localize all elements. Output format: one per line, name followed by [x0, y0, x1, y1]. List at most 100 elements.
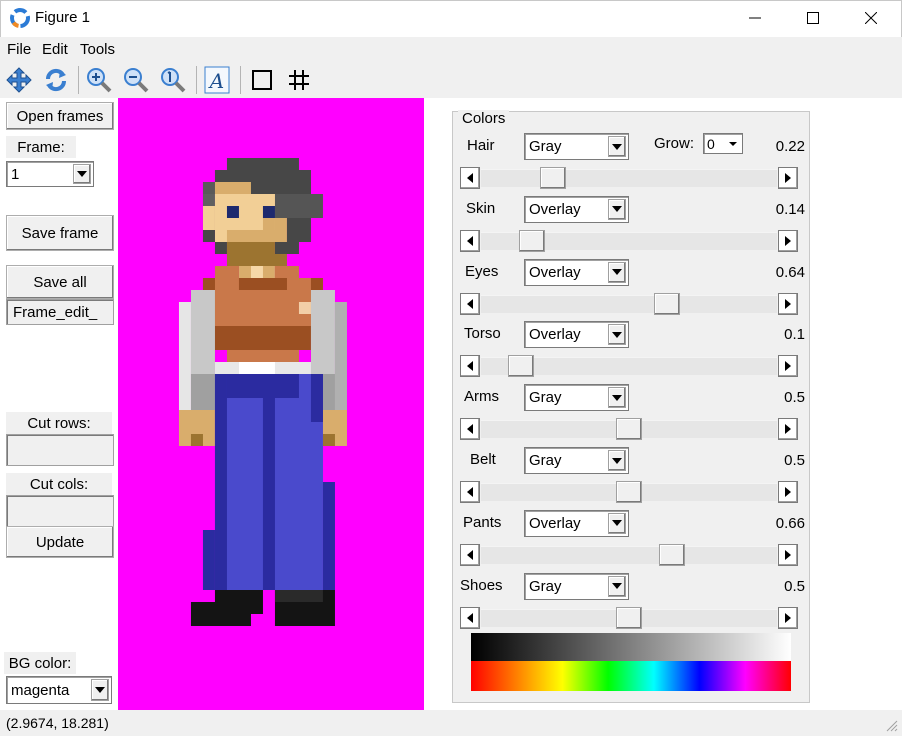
sprite-image: [178, 158, 347, 626]
eyes-slider-thumb[interactable]: [653, 292, 680, 315]
save-frame-button[interactable]: Save frame: [6, 215, 114, 251]
scroll-right-button[interactable]: [778, 606, 798, 629]
save-all-button[interactable]: Save all: [6, 265, 114, 299]
scroll-left-button[interactable]: [460, 481, 480, 503]
scroll-left-button[interactable]: [460, 355, 480, 378]
sprite-hair: [286, 218, 311, 242]
pants-label: Pants: [463, 513, 502, 531]
scroll-right-button[interactable]: [778, 418, 798, 441]
square-icon: [252, 70, 272, 90]
chevron-down-icon: [608, 575, 626, 597]
skin-slider[interactable]: [460, 228, 798, 253]
sprite-hair: [202, 230, 215, 242]
grid-icon: [289, 70, 309, 90]
arms-mode-select[interactable]: Gray: [524, 384, 629, 412]
pants-mode-select[interactable]: Overlay: [524, 509, 629, 537]
scroll-right-button[interactable]: [778, 481, 798, 503]
menu-file[interactable]: File: [7, 41, 31, 58]
sprite-arm: [334, 302, 347, 410]
grow-select[interactable]: 0: [703, 133, 743, 154]
belt-slider-thumb[interactable]: [616, 481, 642, 503]
zoom-actual-button[interactable]: [157, 64, 189, 96]
filename-field[interactable]: Frame_edit_: [6, 299, 114, 325]
belt-slider[interactable]: [460, 480, 798, 504]
sprite-canvas[interactable]: [118, 98, 424, 710]
arrow-right-icon: [785, 487, 791, 497]
arms-value: 0.5: [784, 389, 805, 407]
pants-mode-value: Overlay: [529, 514, 581, 532]
arrow-right-icon: [785, 549, 791, 560]
sprite-pants: [262, 398, 275, 590]
resize-grip-icon[interactable]: [884, 718, 898, 732]
shoes-slider[interactable]: [460, 605, 798, 630]
sprite-skin: [274, 218, 287, 242]
update-button[interactable]: Update: [6, 526, 114, 558]
arrow-left-icon: [467, 424, 473, 435]
scroll-left-button[interactable]: [460, 167, 480, 189]
torso-mode-select[interactable]: Overlay: [524, 321, 629, 349]
pan-button[interactable]: [3, 64, 35, 96]
close-button[interactable]: [842, 0, 900, 36]
torso-value: 0.1: [784, 326, 805, 344]
hair-slider[interactable]: [460, 166, 798, 190]
torso-slider[interactable]: [460, 354, 798, 379]
zoom-in-button[interactable]: [83, 64, 115, 96]
pants-slider[interactable]: [460, 542, 798, 567]
belt-mode-select[interactable]: Gray: [524, 447, 629, 474]
toolbar-separator: [78, 66, 79, 94]
eyes-slider-trough[interactable]: [481, 294, 777, 313]
scroll-right-button[interactable]: [778, 543, 798, 566]
sprite-arm: [178, 302, 191, 410]
chevron-down-icon: [91, 679, 109, 701]
reset-button[interactable]: [40, 64, 72, 96]
minimize-button[interactable]: [726, 0, 784, 36]
sprite-shoe: [190, 602, 251, 626]
belt-mode-value: Gray: [529, 452, 562, 469]
cut-cols-field[interactable]: [6, 495, 114, 527]
hair-slider-thumb[interactable]: [540, 167, 567, 189]
hair-mode-select[interactable]: Gray: [524, 133, 629, 160]
scroll-left-button[interactable]: [460, 418, 480, 441]
skin-mode-select[interactable]: Overlay: [524, 195, 629, 223]
skin-slider-thumb[interactable]: [518, 229, 545, 252]
arms-slider-thumb[interactable]: [616, 418, 642, 441]
shoes-slider-thumb[interactable]: [616, 606, 642, 629]
scroll-right-button[interactable]: [778, 355, 798, 378]
eyes-mode-select[interactable]: Overlay: [524, 258, 629, 286]
cut-rows-label: Cut rows:: [6, 412, 112, 434]
scroll-right-button[interactable]: [778, 292, 798, 315]
bg-color-select[interactable]: magenta: [6, 676, 112, 704]
colors-panel-title: Colors: [458, 110, 510, 127]
scroll-left-button[interactable]: [460, 292, 480, 315]
maximize-button[interactable]: [784, 0, 842, 36]
cut-rows-field[interactable]: [6, 434, 114, 466]
pants-slider-thumb[interactable]: [659, 543, 686, 566]
status-bar: [0, 710, 902, 736]
frame-select[interactable]: 1: [6, 161, 94, 187]
scroll-left-button[interactable]: [460, 606, 480, 629]
scroll-right-button[interactable]: [778, 167, 798, 189]
scroll-left-button[interactable]: [460, 229, 480, 252]
torso-mode-value: Overlay: [529, 326, 581, 344]
grid-button[interactable]: [283, 64, 315, 96]
grayscale-colorbar: [471, 633, 791, 661]
torso-slider-thumb[interactable]: [508, 355, 534, 378]
eyes-slider[interactable]: [460, 291, 798, 316]
font-button[interactable]: A: [201, 64, 233, 96]
hair-slider-trough[interactable]: [481, 169, 777, 187]
open-frames-button[interactable]: Open frames: [6, 102, 114, 130]
menu-tools[interactable]: Tools: [80, 41, 115, 58]
scroll-right-button[interactable]: [778, 229, 798, 252]
pants-slider-trough[interactable]: [481, 545, 777, 564]
shoes-value: 0.5: [784, 577, 805, 595]
scroll-left-button[interactable]: [460, 543, 480, 566]
sprite-pants: [226, 374, 299, 398]
menu-edit[interactable]: Edit: [42, 41, 68, 58]
zoom-out-button[interactable]: [120, 64, 152, 96]
shoes-mode-select[interactable]: Gray: [524, 572, 629, 600]
app-icon: [10, 8, 30, 28]
skin-value: 0.14: [775, 200, 805, 218]
arms-slider[interactable]: [460, 417, 798, 442]
sprite-torso: [226, 350, 299, 362]
square-button[interactable]: [246, 64, 278, 96]
